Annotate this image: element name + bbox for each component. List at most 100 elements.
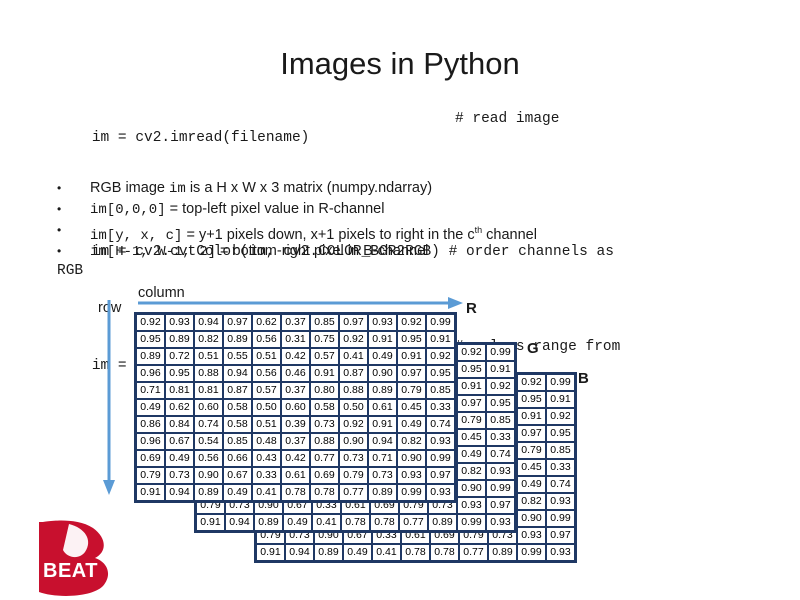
matrix-cell: 0.71 (368, 450, 397, 467)
matrix-cell: 0.97 (426, 467, 455, 484)
matrix-plane-r: 0.92 0.93 0.94 0.97 0.62 0.37 0.85 0.97 0.93 0.92… (134, 312, 457, 503)
matrix-cell: 0.89 (194, 484, 223, 501)
matrix-cell: 0.92 (486, 378, 515, 395)
matrix-cell: 0.91 (426, 331, 455, 348)
matrix-cell: 0.93 (486, 514, 515, 531)
matrix-row: 0.92 0.93 0.94 0.97 0.62 0.37 0.85 0.97 0.93 0.92… (136, 314, 455, 331)
matrix-cell: 0.51 (194, 348, 223, 365)
matrix-cell: 0.79 (457, 412, 486, 429)
matrix-cell: 0.73 (310, 416, 339, 433)
matrix-cell: 0.92 (457, 344, 486, 361)
matrix-cell: 0.60 (281, 399, 310, 416)
matrix-cell: 0.95 (397, 331, 426, 348)
row-arrow-icon (103, 300, 115, 495)
matrix-cell: 0.49 (136, 399, 165, 416)
bullet-text: im[H-1, W-1, 2] = bottom-right pixel in … (90, 241, 428, 262)
matrix-row: 0.90 0.99 (457, 480, 515, 497)
matrix-cell: 0.91 (256, 544, 285, 561)
matrix-cell: 0.49 (343, 544, 372, 561)
matrix-cell: 0.62 (165, 399, 194, 416)
matrix-cell: 0.79 (339, 467, 368, 484)
matrix-cell: 0.71 (136, 382, 165, 399)
matrix-row: 0.91 0.94 0.89 0.49 0.41 0.78 0.78 0.77 0.89 0.99… (196, 514, 515, 531)
matrix-cell: 0.78 (430, 544, 459, 561)
matrix-cell: 0.93 (546, 544, 575, 561)
matrix-row: 0.96 0.95 0.88 0.94 0.56 0.46 0.91 0.87 0.90 0.97… (136, 365, 455, 382)
list-item: • RGB image im is a H x W x 3 matrix (nu… (57, 178, 757, 199)
matrix-cell: 0.96 (136, 365, 165, 382)
matrix-row: 0.91 0.94 0.89 0.49 0.41 0.78 0.78 0.77 0.89 0.99… (256, 544, 575, 561)
matrix-cell: 0.48 (252, 433, 281, 450)
matrix-cell: 0.33 (546, 459, 575, 476)
column-arrow-icon (138, 297, 463, 309)
matrix-cell: 0.99 (426, 314, 455, 331)
list-item: • im[y, x, c] = y+1 pixels down, x+1 pix… (57, 220, 757, 244)
matrix-cell: 0.74 (546, 476, 575, 493)
matrix-row: 0.79 0.85 (517, 442, 575, 459)
matrix-cell: 0.87 (223, 382, 252, 399)
matrix-cell: 0.82 (457, 463, 486, 480)
matrix-cell: 0.43 (252, 450, 281, 467)
matrix-cell: 0.56 (252, 365, 281, 382)
matrix-row: 0.79 0.85 (457, 412, 515, 429)
matrix-cell: 0.96 (136, 433, 165, 450)
matrix-cell: 0.41 (312, 514, 341, 531)
matrix-cell: 0.73 (339, 450, 368, 467)
matrix-cell: 0.95 (136, 331, 165, 348)
matrix-cell: 0.78 (281, 484, 310, 501)
matrix-cell: 0.90 (517, 510, 546, 527)
matrix-cell: 0.89 (368, 382, 397, 399)
plane-label-g: G (527, 340, 539, 357)
matrix-cell: 0.31 (281, 331, 310, 348)
matrix-cell: 0.49 (368, 348, 397, 365)
matrix-cell: 0.94 (368, 433, 397, 450)
matrix-cell: 0.74 (194, 416, 223, 433)
matrix-cell: 0.56 (252, 331, 281, 348)
matrix-cell: 0.99 (546, 374, 575, 391)
matrix-cell: 0.57 (310, 348, 339, 365)
matrix-cell: 0.89 (254, 514, 283, 531)
matrix-cell: 0.55 (223, 348, 252, 365)
matrix-cell: 0.61 (281, 467, 310, 484)
matrix-cell: 0.49 (283, 514, 312, 531)
matrix-row: 0.82 0.93 (457, 463, 515, 480)
matrix-cell: 0.91 (457, 378, 486, 395)
matrix-cell: 0.99 (546, 510, 575, 527)
matrix-cell: 0.90 (339, 433, 368, 450)
matrix-cell: 0.99 (517, 544, 546, 561)
matrix-row: 0.69 0.49 0.56 0.66 0.43 0.42 0.77 0.73 0.71 0.90… (136, 450, 455, 467)
matrix-cell: 0.61 (368, 399, 397, 416)
matrix-row: 0.92 0.99 (457, 344, 515, 361)
matrix-cell: 0.91 (310, 365, 339, 382)
matrix-cell: 0.81 (194, 382, 223, 399)
matrix-cell: 0.72 (165, 348, 194, 365)
matrix-cell: 0.85 (310, 314, 339, 331)
bullet-code: im (168, 181, 186, 197)
matrix-cell: 0.89 (428, 514, 457, 531)
matrix-cell: 0.99 (486, 344, 515, 361)
matrix-cell: 0.85 (486, 412, 515, 429)
matrix-cell: 0.46 (281, 365, 310, 382)
matrix-cell: 0.77 (310, 450, 339, 467)
matrix-cell: 0.93 (397, 467, 426, 484)
matrix-cell: 0.56 (194, 450, 223, 467)
matrix-cell: 0.91 (397, 348, 426, 365)
matrix-cell: 0.84 (165, 416, 194, 433)
matrix-cell: 0.91 (517, 408, 546, 425)
bullet-marker: • (57, 244, 62, 258)
bullet-mid: = bottom-right pixel in B-channel (216, 243, 429, 259)
matrix-row: 0.91 0.94 0.89 0.49 0.41 0.78 0.78 0.77 0.89 0.99… (136, 484, 455, 501)
matrix-cell: 0.92 (517, 374, 546, 391)
matrix-cell: 0.80 (310, 382, 339, 399)
matrix-row: 0.91 0.92 (517, 408, 575, 425)
matrix-cell: 0.54 (194, 433, 223, 450)
matrix-cell: 0.93 (457, 497, 486, 514)
matrix-cell: 0.95 (546, 425, 575, 442)
matrix-cell: 0.97 (339, 314, 368, 331)
matrix-cell: 0.92 (546, 408, 575, 425)
matrix-cell: 0.93 (426, 484, 455, 501)
matrix-row: 0.92 0.99 (517, 374, 575, 391)
matrix-cell: 0.95 (165, 365, 194, 382)
matrix-row: 0.90 0.99 (517, 510, 575, 527)
matrix-cell: 0.49 (517, 476, 546, 493)
